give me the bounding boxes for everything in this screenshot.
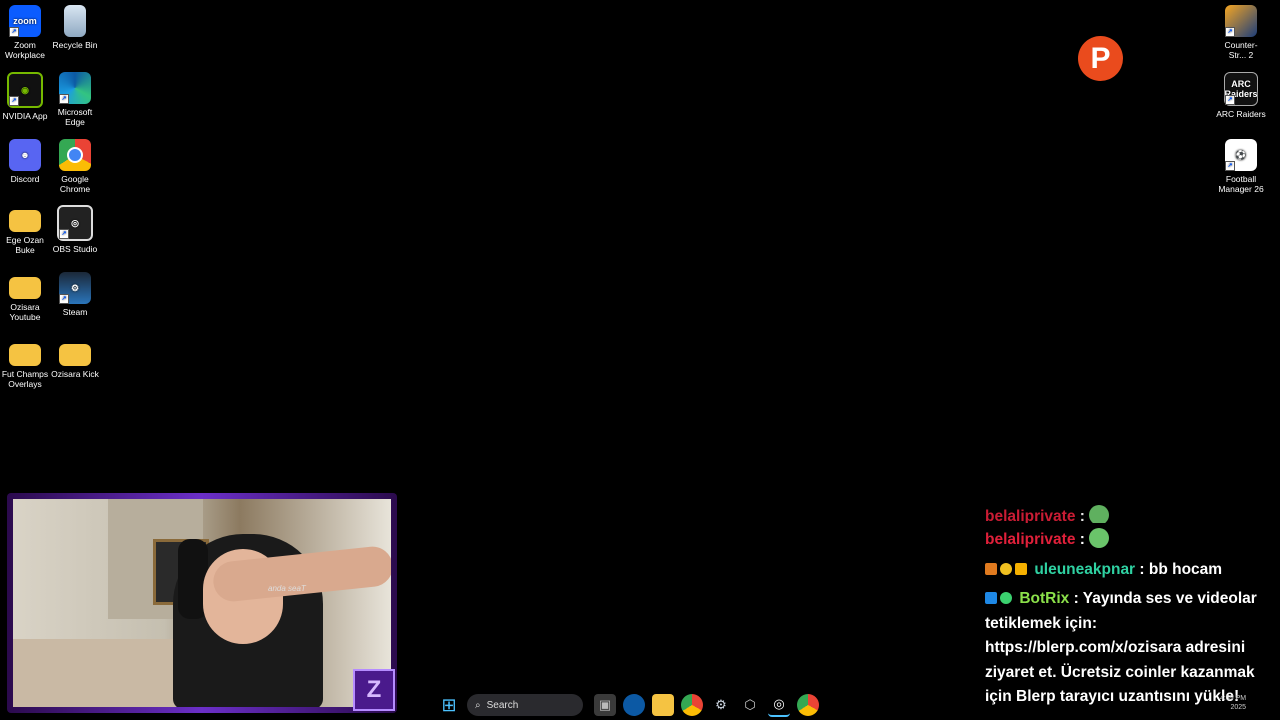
icon-label: Recycle Bin xyxy=(52,40,98,50)
icon-label: NVIDIA App xyxy=(2,111,48,121)
chat-username: uleuneakpnar xyxy=(1034,560,1136,578)
task-view-icon[interactable]: ▣ xyxy=(594,694,616,716)
icon-label: Discord xyxy=(10,174,40,184)
p-logo-badge: P xyxy=(1078,36,1123,81)
file-explorer-icon[interactable] xyxy=(652,694,674,716)
nvidia-icon: ◉ ↗ xyxy=(7,72,43,108)
icon-label: Microsoft Edge xyxy=(57,107,93,127)
chat-separator: : xyxy=(1069,590,1079,607)
chat-username: belaliprivate xyxy=(985,531,1076,548)
system-clock[interactable]: 4:59 PM 2025 xyxy=(1220,694,1246,712)
steam-icon: ⚙ ↗ xyxy=(59,272,91,304)
chat-username: BotRix xyxy=(1019,590,1070,607)
crown-icon xyxy=(1015,562,1027,575)
counter-strike-icon: ↗ xyxy=(1225,5,1257,37)
bot-badge-icon xyxy=(985,592,997,604)
chat-message: uleuneakpnar : bb hocam xyxy=(985,558,1275,583)
emote-icon xyxy=(1089,505,1110,523)
chrome-taskbar-icon-2[interactable] xyxy=(797,694,819,716)
football-manager-26-shortcut[interactable]: ⚽ ↗ Football Manager 26 xyxy=(1216,134,1266,194)
icon-label: OBS Studio xyxy=(52,244,98,254)
start-button[interactable]: ⊞ xyxy=(438,694,460,716)
webcam-overlay: anda seaT Z xyxy=(7,493,397,713)
zoom-workplace-shortcut[interactable]: zoom ↗ Zoom Workplace xyxy=(0,0,50,60)
counter-strike-2-shortcut[interactable]: ↗ Counter-Str... 2 xyxy=(1216,0,1266,60)
badge-icon xyxy=(985,562,997,575)
folder-icon xyxy=(9,210,41,232)
google-chrome-shortcut[interactable]: Google Chrome xyxy=(50,134,100,194)
obs-icon: ◎ ↗ xyxy=(57,205,93,241)
discord-icon: ☻ xyxy=(9,139,41,171)
chat-message: belaliprivate : xyxy=(985,528,1275,553)
folder-ozisara-youtube[interactable]: Ozisara Youtube xyxy=(0,267,50,322)
app-taskbar-icon[interactable]: ⬡ xyxy=(739,694,761,716)
icon-label: Steam xyxy=(62,307,88,317)
obs-taskbar-icon[interactable]: ◎ xyxy=(768,693,790,717)
clock-time: 4:59 PM xyxy=(1220,695,1247,702)
icon-label: ARC Raiders xyxy=(1216,109,1266,119)
edge-taskbar-icon[interactable] xyxy=(623,694,645,716)
chat-username: belaliprivate xyxy=(985,508,1076,523)
steam-shortcut[interactable]: ⚙ ↗ Steam xyxy=(50,267,100,317)
recycle-bin-shortcut[interactable]: Recycle Bin xyxy=(50,0,100,50)
icon-label: Ozisara Youtube xyxy=(9,302,41,322)
chat-text: bb hocam xyxy=(1144,560,1223,578)
chat-separator: : xyxy=(1075,531,1085,548)
chat-text: Yayında ses ve videolar tetiklemek için:… xyxy=(985,590,1257,705)
folder-ozisara-kick[interactable]: Ozisara Kick xyxy=(50,334,100,379)
taskbar-icons: ⊞ ⌕ Search ▣ ⚙ ⬡ ◎ xyxy=(438,693,819,717)
arc-raiders-icon: ARC Raiders ↗ xyxy=(1224,72,1258,106)
chat-message: belaliprivate : xyxy=(985,505,1275,523)
recycle-bin-icon xyxy=(64,5,86,37)
discord-shortcut[interactable]: ☻ Discord xyxy=(0,134,50,184)
steam-taskbar-icon[interactable]: ⚙ xyxy=(710,694,732,716)
icon-label: Google Chrome xyxy=(59,174,91,194)
microsoft-edge-shortcut[interactable]: ↗ Microsoft Edge xyxy=(50,67,100,127)
nvidia-app-shortcut[interactable]: ◉ ↗ NVIDIA App xyxy=(0,67,50,121)
icon-label: Football Manager 26 xyxy=(1218,174,1264,194)
folder-icon xyxy=(9,344,41,366)
search-label: Search xyxy=(486,699,519,711)
stream-chat-overlay: belaliprivate : belaliprivate : uleuneak… xyxy=(985,505,1275,715)
edge-icon: ↗ xyxy=(59,72,91,104)
chat-separator: : xyxy=(1135,560,1145,578)
emote-icon xyxy=(1089,528,1110,548)
icon-label: Ege Ozan Buke xyxy=(6,235,44,255)
folder-icon xyxy=(9,277,41,299)
chrome-taskbar-icon[interactable] xyxy=(681,694,703,716)
icon-label: Ozisara Kick xyxy=(51,369,99,379)
obs-studio-shortcut[interactable]: ◎ ↗ OBS Studio xyxy=(50,200,100,254)
football-manager-icon: ⚽ ↗ xyxy=(1225,139,1257,171)
chat-separator: : xyxy=(1075,508,1085,523)
folder-ege-ozan-buke[interactable]: Ege Ozan Buke xyxy=(0,200,50,255)
arc-raiders-shortcut[interactable]: ARC Raiders ↗ ARC Raiders xyxy=(1216,67,1266,119)
search-input[interactable]: ⌕ Search xyxy=(467,694,583,716)
clock-date: 2025 xyxy=(1230,704,1247,711)
verified-icon xyxy=(1000,592,1012,604)
folder-fut-champs-overlays[interactable]: Fut Champs Overlays xyxy=(0,334,50,389)
webcam-video: anda seaT xyxy=(13,499,391,707)
badge-icon xyxy=(1000,562,1012,575)
chrome-icon xyxy=(59,139,91,171)
icon-label: Zoom Workplace xyxy=(5,40,45,60)
folder-icon xyxy=(59,344,91,366)
icon-label: Counter-Str... 2 xyxy=(1224,40,1258,60)
icon-label: Fut Champs Overlays xyxy=(1,369,49,389)
zoom-icon: zoom ↗ xyxy=(9,5,41,37)
search-icon: ⌕ xyxy=(475,699,481,711)
shirt-text: anda seaT xyxy=(268,584,306,593)
